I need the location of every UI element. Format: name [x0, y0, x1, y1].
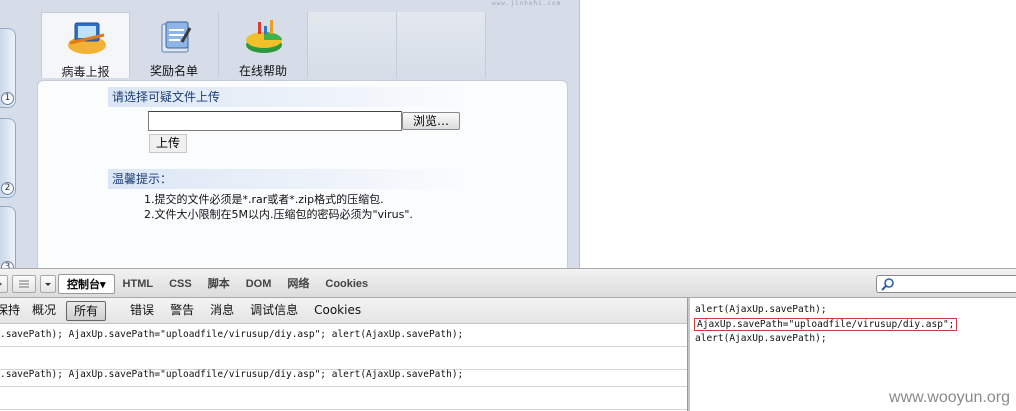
filter-all[interactable]: 所有 — [66, 300, 107, 321]
tab-css[interactable]: CSS — [161, 274, 200, 294]
tab-online-help[interactable]: 在线帮助 — [219, 12, 308, 78]
upload-section-title: 请选择可疑文件上传 — [108, 87, 474, 107]
upload-web-page: www.jinhehi.com 1 2 3 病毒上报 奖励名单 在线帮助 请选择… — [0, 0, 580, 268]
left-side-strip: 1 2 3 — [0, 0, 20, 268]
back-arrow-button[interactable] — [0, 275, 8, 293]
log-row[interactable]: .savePath); AjaxUp.savePath="uploadfile/… — [0, 324, 687, 347]
side-number-1: 1 — [1, 92, 14, 105]
tab-dom[interactable]: DOM — [238, 274, 280, 294]
filter-debug[interactable]: 调试信息 — [250, 301, 298, 321]
console-filter-bar: 保持 概况 所有 错误 警告 消息 调试信息 Cookies — [0, 298, 687, 324]
tab-script[interactable]: 脚本 — [200, 274, 238, 294]
upload-content-panel: 请选择可疑文件上传 浏览… 上传 温馨提示： 1.提交的文件必须是*.rar或者… — [37, 80, 568, 268]
command-line: alert(AjaxUp.savePath); — [695, 333, 827, 344]
command-line: alert(AjaxUp.savePath); — [695, 304, 827, 315]
console-log: .savePath); AjaxUp.savePath="uploadfile/… — [0, 324, 687, 411]
tab-reward-list[interactable]: 奖励名单 — [130, 12, 219, 78]
tab-cookies[interactable]: Cookies — [317, 274, 376, 294]
wooyun-watermark: www.wooyun.org — [889, 389, 1010, 406]
side-button-3[interactable]: 3 — [0, 206, 16, 268]
site-header-watermark: www.jinhehi.com — [492, 0, 562, 7]
firebug-toolbar: 控制台▾ HTML CSS 脚本 DOM 网络 Cookies — [0, 268, 1016, 298]
log-row[interactable]: .savePath); AjaxUp.savePath="uploadfile/… — [0, 364, 687, 387]
list-icon — [19, 280, 29, 288]
empty-tab — [308, 12, 397, 78]
tab-label: 病毒上报 — [61, 65, 110, 79]
upload-button[interactable]: 上传 — [149, 134, 187, 153]
command-line-highlighted: AjaxUp.savePath="uploadfile/virusup/diy.… — [694, 318, 958, 331]
dropdown-button[interactable] — [40, 275, 56, 293]
chevron-down-icon — [45, 283, 51, 286]
tip-line-1: 1.提交的文件必须是*.rar或者*.zip格式的压缩包. — [144, 193, 384, 206]
side-number-2: 2 — [1, 182, 14, 195]
virus-report-icon — [68, 22, 106, 54]
side-button-2[interactable]: 2 — [0, 118, 16, 198]
filter-cookies[interactable]: Cookies — [314, 301, 361, 321]
reward-list-icon — [161, 21, 192, 53]
arrow-icon — [0, 282, 2, 286]
file-path-input[interactable] — [148, 111, 402, 131]
tab-console[interactable]: 控制台▾ — [58, 274, 115, 294]
tip-line-2: 2.文件大小限制在5M以内.压缩包的密码必须为"virus". — [144, 208, 413, 221]
filter-errors[interactable]: 错误 — [130, 301, 154, 321]
filter-warnings[interactable]: 警告 — [170, 301, 194, 321]
tab-label: 奖励名单 — [149, 64, 198, 78]
tab-label: 在线帮助 — [238, 64, 287, 78]
filter-profile[interactable]: 概况 — [32, 301, 56, 321]
online-help-icon — [246, 20, 282, 53]
firebug-search-input[interactable] — [876, 275, 1016, 293]
side-button-1[interactable]: 1 — [0, 28, 16, 108]
side-number-3: 3 — [1, 261, 14, 268]
firebug-panel-tabs: 控制台▾ HTML CSS 脚本 DOM 网络 Cookies — [58, 274, 376, 294]
log-row — [0, 387, 687, 410]
empty-tab — [397, 12, 486, 78]
tab-virus-report[interactable]: 病毒上报 — [41, 12, 130, 79]
search-icon — [881, 278, 894, 291]
tips-section-title: 温馨提示： — [108, 169, 474, 189]
nav-tabs: 病毒上报 奖励名单 在线帮助 — [41, 12, 486, 79]
filter-info[interactable]: 消息 — [210, 301, 234, 321]
menu-list-button[interactable] — [12, 275, 36, 293]
browse-button[interactable]: 浏览… — [402, 112, 460, 130]
filter-persist[interactable]: 保持 — [0, 301, 20, 321]
tab-net[interactable]: 网络 — [279, 274, 317, 294]
tab-html[interactable]: HTML — [115, 274, 162, 294]
